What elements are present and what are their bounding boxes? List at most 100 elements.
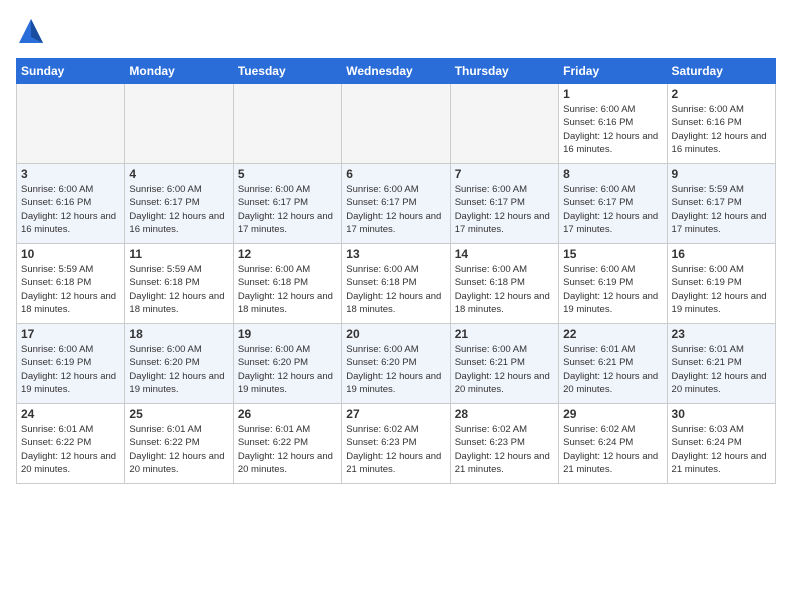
calendar-day-cell: 17 Sunrise: 6:00 AM Sunset: 6:19 PM Dayli… <box>17 324 125 404</box>
day-info: Sunrise: 6:00 AM Sunset: 6:19 PM Dayligh… <box>21 343 120 396</box>
calendar-week-row: 10 Sunrise: 5:59 AM Sunset: 6:18 PM Dayli… <box>17 244 776 324</box>
day-info: Sunrise: 6:00 AM Sunset: 6:19 PM Dayligh… <box>563 263 662 316</box>
calendar-day-cell: 28 Sunrise: 6:02 AM Sunset: 6:23 PM Dayli… <box>450 404 558 484</box>
day-info: Sunrise: 6:00 AM Sunset: 6:18 PM Dayligh… <box>455 263 554 316</box>
day-number: 20 <box>346 327 445 341</box>
day-number: 6 <box>346 167 445 181</box>
day-info: Sunrise: 6:00 AM Sunset: 6:21 PM Dayligh… <box>455 343 554 396</box>
day-number: 18 <box>129 327 228 341</box>
calendar-day-cell <box>233 84 341 164</box>
day-info: Sunrise: 6:00 AM Sunset: 6:17 PM Dayligh… <box>455 183 554 236</box>
day-number: 30 <box>672 407 771 421</box>
day-number: 27 <box>346 407 445 421</box>
day-info: Sunrise: 6:02 AM Sunset: 6:24 PM Dayligh… <box>563 423 662 476</box>
day-number: 10 <box>21 247 120 261</box>
day-info: Sunrise: 5:59 AM Sunset: 6:18 PM Dayligh… <box>21 263 120 316</box>
day-info: Sunrise: 6:00 AM Sunset: 6:16 PM Dayligh… <box>21 183 120 236</box>
day-of-week-header: Friday <box>559 59 667 84</box>
calendar-week-row: 1 Sunrise: 6:00 AM Sunset: 6:16 PM Daylig… <box>17 84 776 164</box>
calendar-day-cell: 12 Sunrise: 6:00 AM Sunset: 6:18 PM Dayli… <box>233 244 341 324</box>
calendar-day-cell: 4 Sunrise: 6:00 AM Sunset: 6:17 PM Daylig… <box>125 164 233 244</box>
calendar-day-cell: 1 Sunrise: 6:00 AM Sunset: 6:16 PM Daylig… <box>559 84 667 164</box>
day-info: Sunrise: 6:01 AM Sunset: 6:22 PM Dayligh… <box>21 423 120 476</box>
day-info: Sunrise: 6:01 AM Sunset: 6:22 PM Dayligh… <box>238 423 337 476</box>
day-number: 19 <box>238 327 337 341</box>
day-number: 25 <box>129 407 228 421</box>
day-info: Sunrise: 6:00 AM Sunset: 6:17 PM Dayligh… <box>346 183 445 236</box>
day-of-week-header: Saturday <box>667 59 775 84</box>
day-of-week-header: Thursday <box>450 59 558 84</box>
page-header <box>16 16 776 46</box>
calendar-day-cell: 26Sunrise: 6:01 AM Sunset: 6:22 PM Dayli… <box>233 404 341 484</box>
day-number: 13 <box>346 247 445 261</box>
logo-icon <box>16 16 46 46</box>
day-number: 23 <box>672 327 771 341</box>
calendar-table: SundayMondayTuesdayWednesdayThursdayFrid… <box>16 58 776 484</box>
calendar-day-cell: 16 Sunrise: 6:00 AM Sunset: 6:19 PM Dayli… <box>667 244 775 324</box>
day-info: Sunrise: 6:00 AM Sunset: 6:17 PM Dayligh… <box>129 183 228 236</box>
calendar-day-cell <box>17 84 125 164</box>
day-info: Sunrise: 5:59 AM Sunset: 6:17 PM Dayligh… <box>672 183 771 236</box>
day-info: Sunrise: 6:02 AM Sunset: 6:23 PM Dayligh… <box>346 423 445 476</box>
day-info: Sunrise: 6:00 AM Sunset: 6:20 PM Dayligh… <box>238 343 337 396</box>
calendar-day-cell: 23 Sunrise: 6:01 AM Sunset: 6:21 PM Dayli… <box>667 324 775 404</box>
day-of-week-header: Sunday <box>17 59 125 84</box>
day-info: Sunrise: 6:01 AM Sunset: 6:21 PM Dayligh… <box>563 343 662 396</box>
day-number: 3 <box>21 167 120 181</box>
day-number: 1 <box>563 87 662 101</box>
day-number: 22 <box>563 327 662 341</box>
calendar-week-row: 3 Sunrise: 6:00 AM Sunset: 6:16 PM Daylig… <box>17 164 776 244</box>
calendar-day-cell: 2 Sunrise: 6:00 AM Sunset: 6:16 PM Daylig… <box>667 84 775 164</box>
day-info: Sunrise: 6:00 AM Sunset: 6:20 PM Dayligh… <box>346 343 445 396</box>
calendar-day-cell <box>342 84 450 164</box>
day-info: Sunrise: 6:01 AM Sunset: 6:21 PM Dayligh… <box>672 343 771 396</box>
day-info: Sunrise: 6:00 AM Sunset: 6:18 PM Dayligh… <box>238 263 337 316</box>
calendar-day-cell: 25 Sunrise: 6:01 AM Sunset: 6:22 PM Dayli… <box>125 404 233 484</box>
day-number: 16 <box>672 247 771 261</box>
day-number: 2 <box>672 87 771 101</box>
day-number: 17 <box>21 327 120 341</box>
calendar-day-cell: 15 Sunrise: 6:00 AM Sunset: 6:19 PM Dayli… <box>559 244 667 324</box>
calendar-day-cell: 21 Sunrise: 6:00 AM Sunset: 6:21 PM Dayli… <box>450 324 558 404</box>
day-info: Sunrise: 6:00 AM Sunset: 6:16 PM Dayligh… <box>563 103 662 156</box>
day-number: 28 <box>455 407 554 421</box>
day-info: Sunrise: 6:00 AM Sunset: 6:20 PM Dayligh… <box>129 343 228 396</box>
calendar-day-cell: 11Sunrise: 5:59 AM Sunset: 6:18 PM Dayli… <box>125 244 233 324</box>
calendar-day-cell: 20 Sunrise: 6:00 AM Sunset: 6:20 PM Dayli… <box>342 324 450 404</box>
calendar-day-cell: 7 Sunrise: 6:00 AM Sunset: 6:17 PM Daylig… <box>450 164 558 244</box>
day-number: 21 <box>455 327 554 341</box>
calendar-day-cell: 5 Sunrise: 6:00 AM Sunset: 6:17 PM Daylig… <box>233 164 341 244</box>
calendar-day-cell: 22 Sunrise: 6:01 AM Sunset: 6:21 PM Dayli… <box>559 324 667 404</box>
day-number: 15 <box>563 247 662 261</box>
day-number: 29 <box>563 407 662 421</box>
day-number: 5 <box>238 167 337 181</box>
day-number: 12 <box>238 247 337 261</box>
day-info: Sunrise: 6:02 AM Sunset: 6:23 PM Dayligh… <box>455 423 554 476</box>
day-number: 8 <box>563 167 662 181</box>
day-number: 4 <box>129 167 228 181</box>
day-info: Sunrise: 6:00 AM Sunset: 6:16 PM Dayligh… <box>672 103 771 156</box>
calendar-day-cell: 18 Sunrise: 6:00 AM Sunset: 6:20 PM Dayli… <box>125 324 233 404</box>
day-info: Sunrise: 6:00 AM Sunset: 6:17 PM Dayligh… <box>238 183 337 236</box>
calendar-day-cell: 10 Sunrise: 5:59 AM Sunset: 6:18 PM Dayli… <box>17 244 125 324</box>
logo <box>16 16 50 46</box>
day-of-week-header: Monday <box>125 59 233 84</box>
day-info: Sunrise: 6:01 AM Sunset: 6:22 PM Dayligh… <box>129 423 228 476</box>
calendar-day-cell: 13 Sunrise: 6:00 AM Sunset: 6:18 PM Dayli… <box>342 244 450 324</box>
calendar-day-cell: 8 Sunrise: 6:00 AM Sunset: 6:17 PM Daylig… <box>559 164 667 244</box>
day-info: Sunrise: 6:00 AM Sunset: 6:18 PM Dayligh… <box>346 263 445 316</box>
day-of-week-header: Wednesday <box>342 59 450 84</box>
calendar-week-row: 17 Sunrise: 6:00 AM Sunset: 6:19 PM Dayli… <box>17 324 776 404</box>
calendar-header-row: SundayMondayTuesdayWednesdayThursdayFrid… <box>17 59 776 84</box>
day-number: 11 <box>129 247 228 261</box>
day-info: Sunrise: 6:00 AM Sunset: 6:19 PM Dayligh… <box>672 263 771 316</box>
day-of-week-header: Tuesday <box>233 59 341 84</box>
calendar-day-cell: 9 Sunrise: 5:59 AM Sunset: 6:17 PM Daylig… <box>667 164 775 244</box>
calendar-week-row: 24Sunrise: 6:01 AM Sunset: 6:22 PM Dayli… <box>17 404 776 484</box>
calendar-day-cell: 3 Sunrise: 6:00 AM Sunset: 6:16 PM Daylig… <box>17 164 125 244</box>
calendar-day-cell: 30Sunrise: 6:03 AM Sunset: 6:24 PM Dayli… <box>667 404 775 484</box>
day-number: 7 <box>455 167 554 181</box>
calendar-day-cell: 14Sunrise: 6:00 AM Sunset: 6:18 PM Dayli… <box>450 244 558 324</box>
day-number: 9 <box>672 167 771 181</box>
day-info: Sunrise: 6:00 AM Sunset: 6:17 PM Dayligh… <box>563 183 662 236</box>
